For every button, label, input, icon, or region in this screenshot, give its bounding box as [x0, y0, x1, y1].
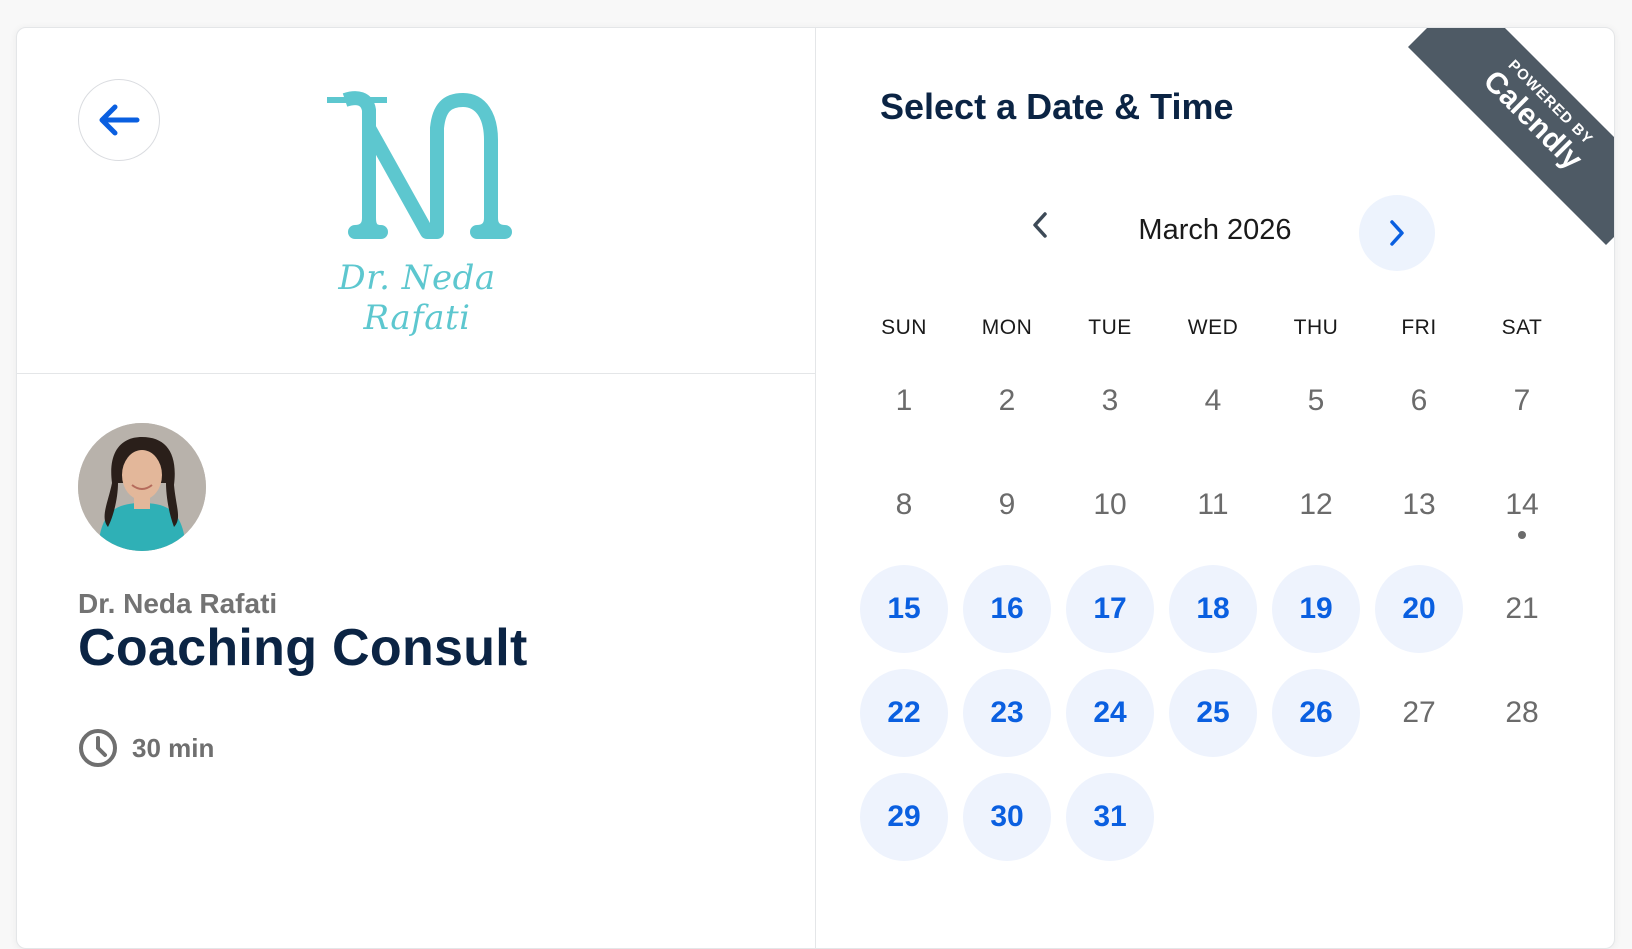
calendar-day-available[interactable]: 29	[860, 773, 948, 861]
calendar-day: 28	[1505, 696, 1539, 729]
calendar-day-available[interactable]: 16	[963, 565, 1051, 653]
weekday-label: THU	[1293, 316, 1339, 339]
event-details-pane: Dr. Neda Rafati Dr. Neda Rafati Coaching…	[17, 28, 816, 948]
weekday-label: MON	[981, 316, 1033, 339]
calendar-day: 4	[1204, 384, 1222, 417]
monogram-m-icon	[327, 91, 512, 239]
weekday-label: FRI	[1401, 316, 1437, 339]
calendar-day-available[interactable]: 26	[1272, 669, 1360, 757]
calendar-day: 13	[1402, 488, 1436, 521]
next-month-button[interactable]	[1359, 195, 1435, 271]
calendar-day-available[interactable]: 17	[1066, 565, 1154, 653]
weekday-label: SUN	[881, 316, 927, 339]
month-label: March 2026	[1138, 214, 1292, 246]
calendar-day: 3	[1101, 384, 1119, 417]
calendar-day-available[interactable]: 20	[1375, 565, 1463, 653]
calendar-day: 12	[1299, 488, 1333, 521]
calendar-day-available[interactable]: 15	[860, 565, 948, 653]
event-title: Coaching Consult	[78, 619, 528, 677]
arrow-left-icon	[99, 104, 140, 136]
calendar-day: 8	[895, 488, 913, 521]
back-button[interactable]	[78, 79, 160, 161]
chevron-left-icon	[1033, 212, 1047, 238]
brand-logo: Dr. Neda Rafati	[287, 88, 547, 338]
weekday-label: WED	[1187, 316, 1239, 339]
today-indicator	[1518, 531, 1526, 539]
logo-area: Dr. Neda Rafati	[17, 28, 815, 374]
calendar-day-available[interactable]: 31	[1066, 773, 1154, 861]
weekday-label: TUE	[1088, 316, 1132, 339]
chevron-right-icon	[1390, 220, 1404, 246]
calendar-day-available[interactable]: 25	[1169, 669, 1257, 757]
event-duration: 30 min	[78, 728, 214, 768]
host-avatar	[78, 423, 206, 551]
calendar-day: 2	[998, 384, 1016, 417]
calendar-day-available[interactable]: 30	[963, 773, 1051, 861]
calendar-day: 9	[998, 488, 1016, 521]
calendar-day: 27	[1402, 696, 1436, 729]
logo-text: Dr. Neda Rafati	[338, 258, 496, 338]
calendar-day: 5	[1307, 384, 1325, 417]
calendar-day: 10	[1093, 488, 1127, 521]
clock-icon	[79, 729, 117, 767]
calendar-day-available[interactable]: 22	[860, 669, 948, 757]
calendar-day: 6	[1410, 384, 1428, 417]
calendar-day: 7	[1513, 384, 1531, 417]
calendar-day: 11	[1197, 488, 1229, 521]
calendar-day-available[interactable]: 23	[963, 669, 1051, 757]
section-title: Select a Date & Time	[880, 86, 1234, 127]
calendar-day: 21	[1505, 592, 1539, 625]
calendar-day: 1	[895, 384, 913, 417]
duration-text: 30 min	[132, 732, 215, 763]
booking-card: Dr. Neda Rafati Dr. Neda Rafati Coaching…	[16, 27, 1615, 949]
calendar-day-available[interactable]: 24	[1066, 669, 1154, 757]
weekday-label: SAT	[1501, 316, 1543, 339]
previous-month-button[interactable]	[1010, 195, 1070, 255]
calendar-day-available[interactable]: 18	[1169, 565, 1257, 653]
host-name: Dr. Neda Rafati	[78, 588, 278, 619]
calendar-day-available[interactable]: 19	[1272, 565, 1360, 653]
